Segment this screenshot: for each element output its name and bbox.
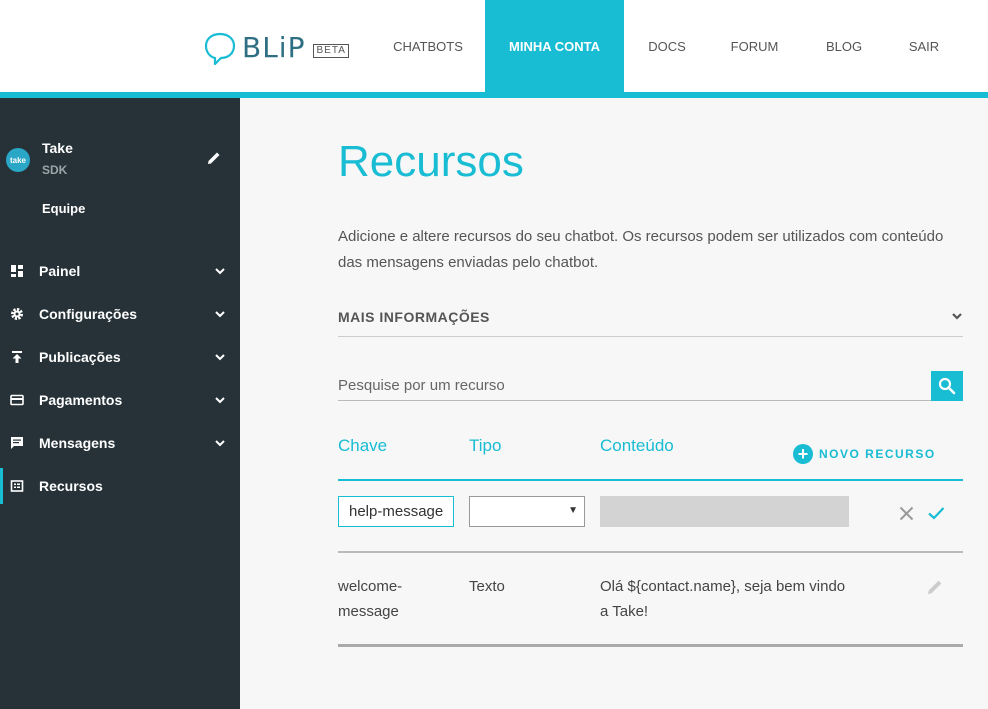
sidebar-item-label: Configurações <box>39 306 138 322</box>
row-divider <box>338 551 963 553</box>
plus-icon: + <box>793 444 813 464</box>
row-content-line-1: Olá ${contact.name}, seja bem vindo <box>600 578 846 595</box>
nav-item-docs[interactable]: DOCS <box>624 0 710 92</box>
row-key-line-2: message <box>338 603 399 620</box>
row-key-cell: welcome- message <box>338 574 458 624</box>
check-icon[interactable] <box>927 505 945 521</box>
dashboard-icon <box>11 265 23 277</box>
more-info-toggle[interactable]: MAIS INFORMAÇÕES <box>338 301 963 337</box>
page-title: Recursos <box>338 137 524 186</box>
nav-item-blog[interactable]: BLOG <box>799 0 889 92</box>
bot-avatar: take <box>6 148 30 172</box>
top-bar: BLiP BETA CHATBOTS MINHA CONTA DOCS FORU… <box>0 0 988 92</box>
row-key-line-1: welcome- <box>338 578 403 595</box>
sidebar-item-configuracoes[interactable]: Configurações <box>0 296 240 332</box>
top-nav: CHATBOTS MINHA CONTA DOCS FORUM BLOG SAI… <box>371 0 959 92</box>
chevron-down-icon <box>215 311 225 318</box>
sidebar-item-equipe[interactable]: Equipe <box>42 201 85 216</box>
table-header-divider <box>338 479 963 481</box>
bot-subtitle: SDK <box>42 163 68 177</box>
search-input[interactable] <box>338 371 931 401</box>
row-content-line-2: a Take! <box>600 603 649 620</box>
column-header-conteudo: Conteúdo <box>600 436 674 455</box>
page-description: Adicione e altere recursos do seu chatbo… <box>338 228 944 271</box>
row-content-cell: Olá ${contact.name}, seja bem vindo a Ta… <box>600 574 900 624</box>
sidebar-item-label: Publicações <box>39 349 121 365</box>
nav-item-chatbots[interactable]: CHATBOTS <box>371 0 485 92</box>
chevron-down-icon <box>215 268 225 275</box>
sidebar-item-painel[interactable]: Painel <box>0 253 240 289</box>
beta-badge: BETA <box>313 44 349 58</box>
credit-card-icon <box>10 394 24 406</box>
chevron-down-icon <box>215 397 225 404</box>
pencil-icon[interactable] <box>926 578 944 596</box>
chevron-down-icon <box>215 354 225 361</box>
chat-bubble-logo-icon <box>204 32 236 65</box>
resource-type-select[interactable]: ▼ <box>469 496 585 527</box>
nav-item-forum[interactable]: FORUM <box>710 0 799 92</box>
sidebar-item-mensagens[interactable]: Mensagens <box>0 425 240 461</box>
sidebar-item-label: Pagamentos <box>39 392 123 408</box>
blip-logo[interactable]: BLiP BETA <box>203 30 349 66</box>
message-icon <box>11 437 23 449</box>
chevron-down-icon <box>952 313 962 320</box>
pencil-icon[interactable] <box>206 150 222 166</box>
dropdown-arrow-icon: ▼ <box>568 505 578 516</box>
chevron-down-icon <box>215 440 225 447</box>
new-resource-label: NOVO RECURSO <box>819 447 936 461</box>
resource-content-input[interactable] <box>600 496 849 527</box>
logo-text: BLiP <box>242 31 306 64</box>
upload-icon <box>12 351 22 363</box>
gear-icon <box>11 308 23 320</box>
resource-key-input[interactable] <box>338 496 454 527</box>
resources-icon <box>10 480 24 492</box>
close-icon[interactable] <box>899 506 914 521</box>
sidebar-item-pagamentos[interactable]: Pagamentos <box>0 382 240 418</box>
sidebar-item-recursos[interactable]: Recursos <box>0 468 240 504</box>
bot-name: Take <box>42 140 73 156</box>
nav-item-minha-conta[interactable]: MINHA CONTA <box>485 0 624 92</box>
sidebar: take Take SDK Equipe Painel Configuraçõe… <box>0 98 240 709</box>
table-bottom-divider <box>338 644 963 647</box>
sidebar-item-label: Mensagens <box>39 435 116 451</box>
new-resource-button[interactable]: + NOVO RECURSO <box>793 444 936 464</box>
sidebar-item-label: Painel <box>39 263 81 279</box>
sidebar-item-label: Recursos <box>39 478 103 494</box>
sidebar-item-publicacoes[interactable]: Publicações <box>0 339 240 375</box>
column-header-tipo: Tipo <box>469 436 502 455</box>
column-header-chave: Chave <box>338 436 388 455</box>
search-button[interactable] <box>931 371 963 401</box>
nav-item-sair[interactable]: SAIR <box>889 0 959 92</box>
row-type-cell: Texto <box>469 578 505 595</box>
search-icon <box>938 377 956 395</box>
more-info-label: MAIS INFORMAÇÕES <box>338 309 490 325</box>
